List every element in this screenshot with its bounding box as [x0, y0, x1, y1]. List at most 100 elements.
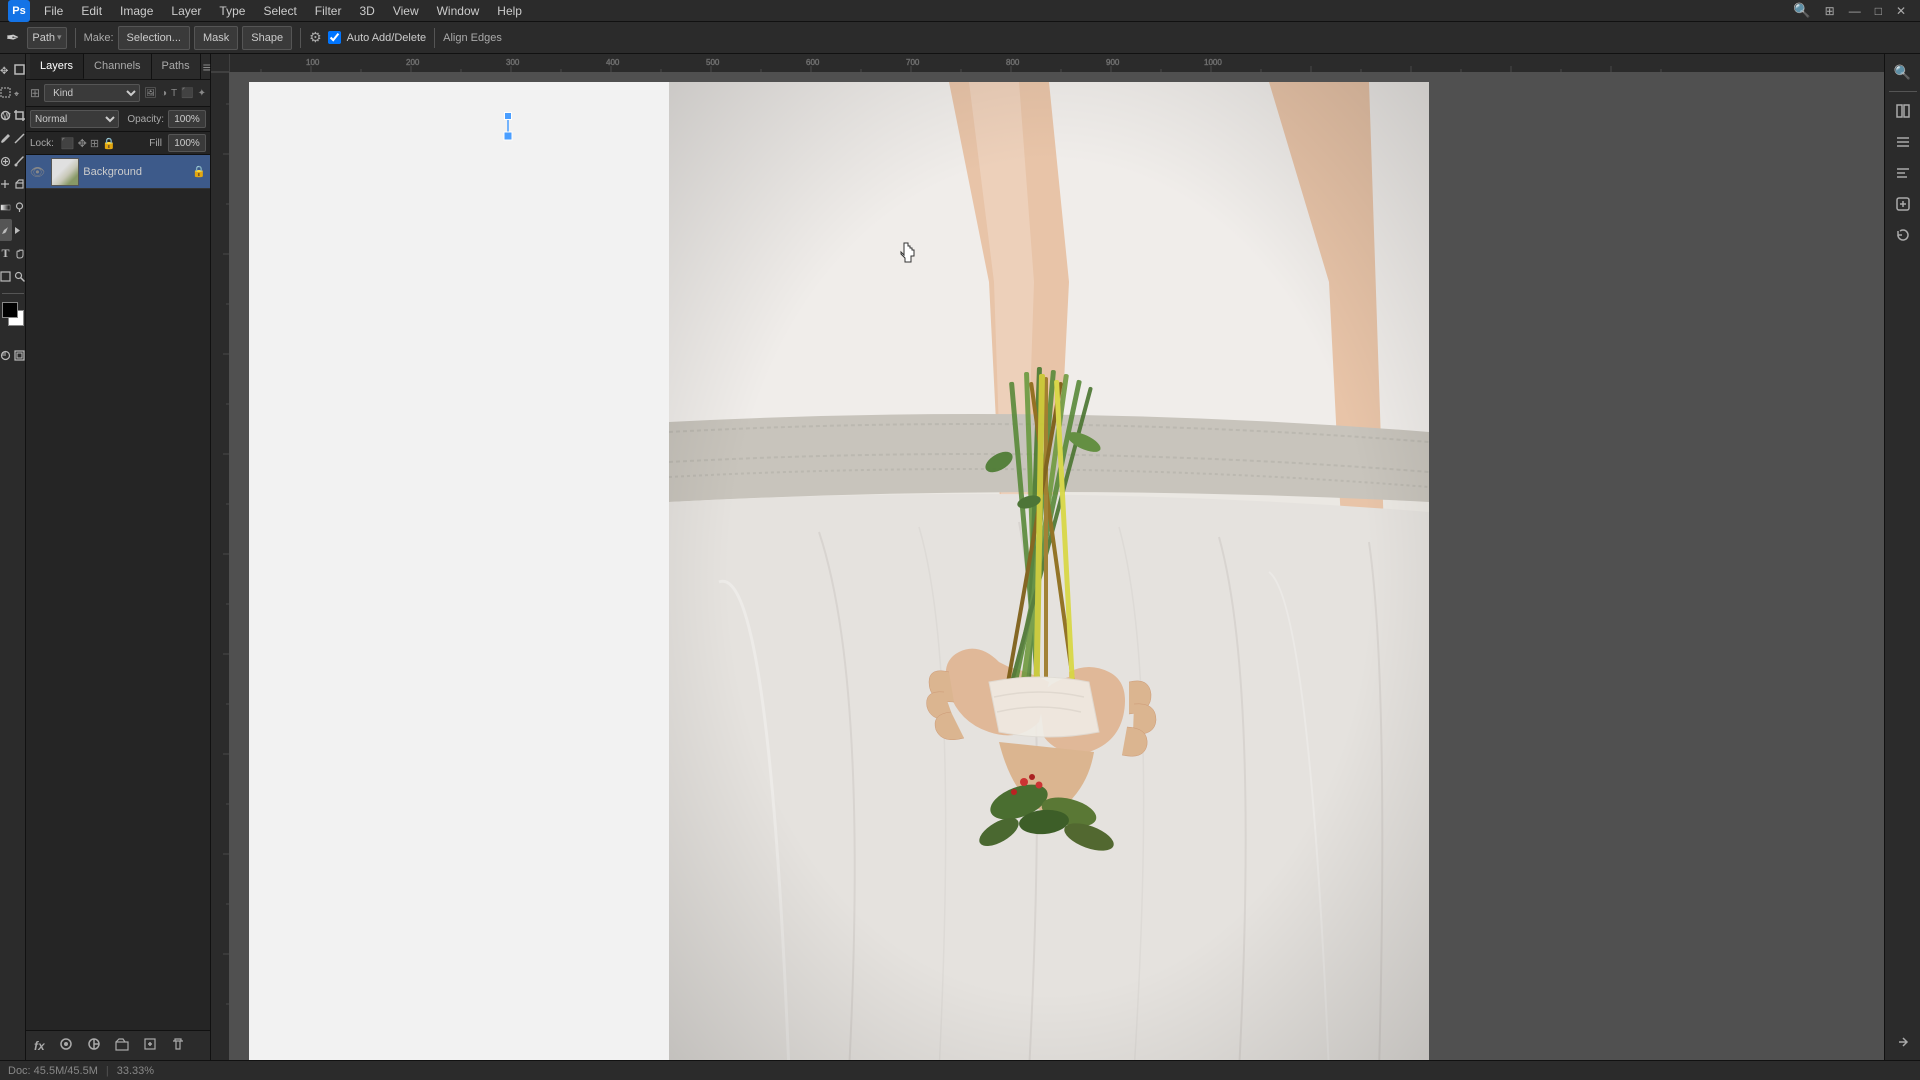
settings-icon[interactable]: ⚙	[309, 29, 322, 46]
right-expand-btn[interactable]	[1889, 1028, 1917, 1056]
path-dropdown[interactable]: Path ▾	[27, 27, 66, 49]
add-mask-button[interactable]	[55, 1035, 77, 1056]
heal-tool[interactable]	[0, 150, 12, 172]
separator-1	[75, 28, 76, 48]
canvas-white-area	[249, 82, 669, 1060]
selection-button[interactable]: Selection...	[118, 26, 190, 50]
shape-button[interactable]: Shape	[242, 26, 292, 50]
svg-text:400: 400	[606, 58, 620, 67]
filter-type-icon[interactable]: T	[171, 88, 177, 99]
gradient-tool[interactable]	[0, 196, 12, 218]
separator-2	[300, 28, 301, 48]
menu-image[interactable]: Image	[112, 2, 161, 20]
pen-tool-icon: ✒	[6, 28, 19, 48]
options-bar: ✒ Path ▾ Make: Selection... Mask Shape ⚙…	[0, 22, 1920, 54]
lock-pixels-icon[interactable]: ⬛	[61, 137, 75, 150]
filter-pixel-icon[interactable]: 🖼	[144, 88, 157, 99]
lock-label: Lock:	[30, 138, 54, 149]
measure-tool[interactable]	[13, 127, 26, 149]
zoom-tool[interactable]	[13, 265, 26, 287]
shape-tool[interactable]	[0, 265, 12, 287]
layer-item-background[interactable]: 👁 Background 🔒	[26, 155, 210, 189]
separator-3	[434, 28, 435, 48]
lock-artboards-icon[interactable]: ⊞	[90, 137, 99, 150]
workspace-icon[interactable]: ⊞	[1819, 2, 1841, 20]
eyedropper-tool[interactable]	[0, 127, 12, 149]
right-history-btn[interactable]	[1889, 221, 1917, 249]
eraser-tool[interactable]	[13, 173, 26, 195]
right-adjustments-btn[interactable]	[1889, 159, 1917, 187]
menu-edit[interactable]: Edit	[73, 2, 110, 20]
delete-layer-button[interactable]	[167, 1035, 189, 1056]
fill-input[interactable]	[168, 134, 206, 152]
layer-visibility-icon[interactable]: 👁	[30, 165, 45, 179]
ruler-top: 100 200 300 400 500 600 700 800	[211, 54, 1884, 72]
lasso-tool[interactable]: ⌖	[13, 81, 26, 103]
right-divider	[1889, 91, 1917, 92]
menu-file[interactable]: File	[36, 2, 71, 20]
canvas-area[interactable]: 100 200 300 400 500 600 700 800	[211, 54, 1884, 1060]
lock-position-icon[interactable]: ✥	[78, 137, 87, 150]
right-properties-btn[interactable]	[1889, 128, 1917, 156]
minimize-icon[interactable]: —	[1843, 2, 1867, 20]
dodge-tool[interactable]	[13, 196, 26, 218]
menu-view[interactable]: View	[385, 2, 427, 20]
layers-list: 👁 Background 🔒	[26, 155, 210, 1030]
layer-filter-select[interactable]: Kind	[44, 84, 140, 102]
ps-home-icon[interactable]: Ps	[8, 0, 30, 22]
brush-tool[interactable]	[13, 150, 26, 172]
menu-select[interactable]: Select	[255, 2, 304, 20]
quick-select-tool[interactable]: W	[0, 104, 12, 126]
menu-3d[interactable]: 3D	[351, 2, 382, 20]
filter-shape-icon[interactable]: ⬛	[181, 88, 193, 99]
auto-add-delete-checkbox[interactable]	[328, 31, 341, 44]
menu-filter[interactable]: Filter	[307, 2, 350, 20]
pen-tool[interactable]	[0, 219, 12, 241]
close-icon[interactable]: ✕	[1890, 2, 1912, 20]
add-group-button[interactable]	[111, 1035, 133, 1056]
right-styles-btn[interactable]	[1889, 190, 1917, 218]
canvas-document[interactable]	[249, 82, 1429, 1060]
status-doc-size: Doc: 45.5M/45.5M	[8, 1065, 98, 1077]
menu-bar: Ps File Edit Image Layer Type Select Fil…	[0, 0, 1920, 22]
layer-fx-button[interactable]: fx	[30, 1037, 49, 1055]
menu-window[interactable]: Window	[429, 2, 488, 20]
crop-tool[interactable]	[13, 104, 26, 126]
lock-all-icon[interactable]: 🔒	[102, 137, 116, 150]
right-search-btn[interactable]: 🔍	[1889, 58, 1917, 86]
move-tool[interactable]: ✥	[0, 58, 12, 80]
ruler-left	[211, 54, 229, 1060]
tab-channels[interactable]: Channels	[84, 54, 151, 79]
tab-paths[interactable]: Paths	[152, 54, 201, 79]
panel-tab-header: Layers Channels Paths ≡	[26, 54, 210, 80]
canvas-inner[interactable]	[229, 72, 1884, 1060]
add-layer-button[interactable]	[139, 1035, 161, 1056]
maximize-icon[interactable]: □	[1869, 2, 1888, 20]
layers-filter-row: ⊞ Kind 🖼 ◑ T ⬛ ✦	[26, 80, 210, 107]
search-icon[interactable]: 🔍	[1787, 0, 1816, 21]
menu-layer[interactable]: Layer	[163, 2, 209, 20]
filter-smart-icon[interactable]: ✦	[198, 88, 206, 99]
filter-adjustment-icon[interactable]: ◑	[161, 88, 167, 99]
quick-mask-icon[interactable]	[0, 344, 12, 366]
type-tool[interactable]: T	[0, 242, 12, 264]
screen-mode-icon[interactable]	[13, 344, 26, 366]
blend-mode-select[interactable]: Normal	[30, 110, 119, 128]
path-select-tool[interactable]	[13, 219, 26, 241]
clone-stamp-tool[interactable]	[0, 173, 12, 195]
svg-text:100: 100	[306, 58, 320, 67]
opacity-input[interactable]: 100%	[168, 110, 206, 128]
hand-tool[interactable]	[13, 242, 26, 264]
artboard-tool[interactable]	[13, 58, 26, 80]
marquee-tool[interactable]	[0, 81, 12, 103]
menu-type[interactable]: Type	[211, 2, 253, 20]
svg-text:W: W	[3, 112, 11, 121]
foreground-color[interactable]	[2, 302, 18, 318]
tab-layers[interactable]: Layers	[30, 54, 84, 79]
color-swatches[interactable]	[0, 302, 26, 334]
menu-help[interactable]: Help	[489, 2, 530, 20]
mask-button[interactable]: Mask	[194, 26, 238, 50]
layer-name[interactable]: Background	[83, 166, 188, 178]
right-libraries-btn[interactable]	[1889, 97, 1917, 125]
add-adjustment-button[interactable]	[83, 1035, 105, 1056]
